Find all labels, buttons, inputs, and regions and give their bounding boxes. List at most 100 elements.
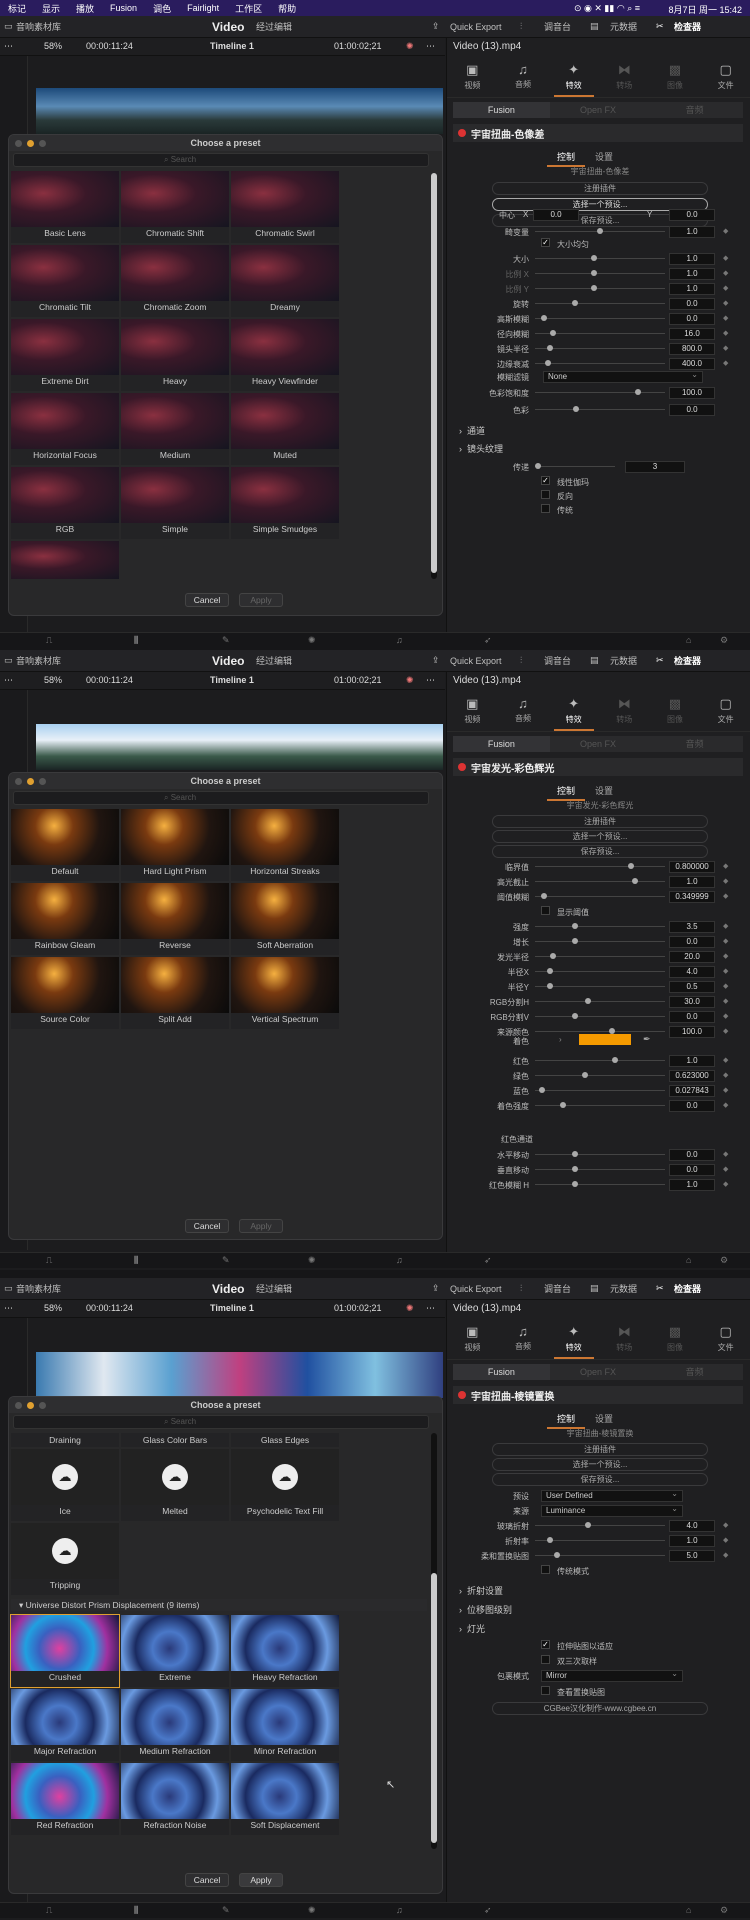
param-value-field[interactable]: 800.0 <box>669 343 715 355</box>
keyframe-icon[interactable]: ◆ <box>723 1101 728 1109</box>
tab-fusion[interactable]: Fusion <box>453 102 550 118</box>
mixer[interactable]: 调音台 <box>544 20 571 33</box>
param-value-field[interactable]: 5.0 <box>669 1550 715 1562</box>
preset-name[interactable]: Glass Color Bars <box>121 1433 229 1447</box>
mixer-icon[interactable]: ⫶ <box>520 21 522 32</box>
tab-settings[interactable]: 设置 <box>585 1410 623 1429</box>
close-icon[interactable] <box>15 140 22 147</box>
param-slider[interactable] <box>535 1552 665 1558</box>
keyframe-icon[interactable]: ◆ <box>723 314 728 322</box>
slider-knob[interactable] <box>597 228 603 234</box>
preset-thumbnail[interactable]: Chromatic Shift <box>121 171 229 243</box>
keyframe-icon[interactable]: ◆ <box>723 1150 728 1158</box>
settings-gear-icon[interactable]: ⚙ <box>720 635 728 646</box>
tab-controls[interactable]: 控制 <box>547 782 586 801</box>
section-lens-texture[interactable]: › 镜头纹理 <box>459 442 503 455</box>
tab-transition[interactable]: ⧓ 转场 <box>604 1320 644 1359</box>
menu-fusion[interactable]: Fusion <box>102 3 145 13</box>
keyframe-icon[interactable]: ◆ <box>723 1027 728 1035</box>
param-slider[interactable] <box>535 330 665 336</box>
param-slider[interactable] <box>535 1181 665 1187</box>
view-map-checkbox[interactable] <box>541 1686 550 1695</box>
preset-thumbnail[interactable]: Muted <box>231 393 339 465</box>
section-lighting[interactable]: › 灯光 <box>459 1622 485 1635</box>
scrollbar[interactable] <box>431 173 437 579</box>
register-plugin-button[interactable]: 注册插件 <box>492 1443 708 1456</box>
quick-export[interactable]: Quick Export <box>450 1284 502 1294</box>
passes-field[interactable]: 3 <box>625 461 685 473</box>
register-plugin-button[interactable]: 注册插件 <box>492 815 708 828</box>
tab-settings[interactable]: 设置 <box>585 148 623 167</box>
preset-thumbnail[interactable]: Extreme <box>121 1615 229 1687</box>
param-value-field[interactable]: 1.0 <box>669 1179 715 1191</box>
save-preset-button[interactable]: 保存预设... <box>492 1473 708 1486</box>
home-icon[interactable]: ⌂ <box>686 1905 691 1915</box>
param-value-field[interactable]: 30.0 <box>669 996 715 1008</box>
eyedropper-icon[interactable]: ✒ <box>643 1034 651 1045</box>
keyframe-icon[interactable]: ◆ <box>723 892 728 900</box>
preset-thumbnail[interactable]: Dreamy <box>231 245 339 317</box>
preset-thumbnail-selected[interactable]: Crushed <box>10 1614 120 1688</box>
param-value-field[interactable]: 1.0 <box>669 226 715 238</box>
home-icon[interactable]: ⌂ <box>686 1255 691 1265</box>
slider-knob[interactable] <box>547 345 553 351</box>
preset-thumbnail[interactable]: Reverse <box>121 883 229 955</box>
preset-dropdown[interactable]: User Defined <box>541 1489 683 1502</box>
preset-thumbnail[interactable]: RGB <box>11 467 119 539</box>
keyframe-icon[interactable]: ◆ <box>723 1165 728 1173</box>
edit-page-icon[interactable]: ⫼ <box>134 1905 138 1916</box>
tab-video[interactable]: ▣ 视频 <box>452 1320 492 1359</box>
keyframe-icon[interactable]: ◆ <box>723 1071 728 1079</box>
metadata[interactable]: 元数据 <box>610 1282 637 1295</box>
param-value-field[interactable]: 0.800000 <box>669 861 715 873</box>
preset-thumbnail[interactable]: Simple Smudges <box>231 467 339 539</box>
tab-file[interactable]: ▢ 文件 <box>706 692 746 731</box>
fairlight-page-icon[interactable]: ♫ <box>396 1255 403 1265</box>
timeline-name[interactable]: Timeline 1 <box>210 41 254 51</box>
param-value-field[interactable]: 0.0 <box>669 313 715 325</box>
menu-color[interactable]: 调色 <box>145 2 179 15</box>
media-pool-icon[interactable]: ▭ <box>4 21 13 32</box>
param-value-field[interactable]: 0.027843 <box>669 1085 715 1097</box>
param-value-field[interactable]: 0.0 <box>669 1149 715 1161</box>
param-slider[interactable] <box>535 300 665 306</box>
register-plugin-button[interactable]: 注册插件 <box>492 182 708 195</box>
param-value-field[interactable]: 0.0 <box>669 1164 715 1176</box>
tab-audio-fx[interactable]: 音频 <box>646 736 743 752</box>
zoom-level[interactable]: 58% <box>44 675 62 685</box>
param-slider[interactable] <box>535 1028 665 1034</box>
blur-filter-dropdown[interactable]: None <box>543 370 703 383</box>
param-slider[interactable] <box>535 983 665 989</box>
uniform-size-checkbox[interactable]: ✓ <box>541 238 550 247</box>
param-value-field[interactable]: 1.0 <box>669 268 715 280</box>
param-slider[interactable] <box>535 315 665 321</box>
center-x-field[interactable]: 0.0 <box>533 209 579 221</box>
keyframe-icon[interactable]: ◆ <box>723 344 728 352</box>
inspector-icon[interactable]: ✂ <box>656 21 664 32</box>
minimize-icon[interactable] <box>27 1402 34 1409</box>
wrap-mode-dropdown[interactable]: Mirror <box>541 1669 683 1682</box>
timeline-name[interactable]: Timeline 1 <box>210 675 254 685</box>
menu-mark[interactable]: 标记 <box>0 2 34 15</box>
preset-thumbnail[interactable]: Chromatic Tilt <box>11 245 119 317</box>
tab-effects[interactable]: ✦ 特效 <box>553 692 594 731</box>
param-value-field[interactable]: 0.349999 <box>669 891 715 903</box>
preset-thumbnail[interactable]: Red Refraction <box>11 1763 119 1835</box>
search-input[interactable]: ⌕ Search <box>13 153 429 167</box>
keyframe-icon[interactable]: ◆ <box>723 967 728 975</box>
preset-thumbnail[interactable]: ☁ Melted <box>121 1449 229 1521</box>
param-value-field[interactable]: 4.0 <box>669 966 715 978</box>
preset-thumbnail[interactable]: ☁ Psychodelic Text Fill <box>231 1449 339 1521</box>
settings-gear-icon[interactable]: ⚙ <box>720 1905 728 1916</box>
sound-library[interactable]: 音响素材库 <box>16 1282 61 1295</box>
more-icon[interactable]: ⋯ <box>426 675 435 686</box>
tab-image[interactable]: ▩ 图像 <box>655 1320 695 1359</box>
slider-knob[interactable] <box>560 1102 566 1108</box>
menu-dots-icon[interactable]: ⋯ <box>4 1303 13 1314</box>
slider-knob[interactable] <box>547 1537 553 1543</box>
media-pool-icon[interactable]: ▭ <box>4 1283 13 1294</box>
param-slider[interactable] <box>535 1013 665 1019</box>
zoom-icon[interactable] <box>39 1402 46 1409</box>
preset-group-header[interactable]: ▾ Universe Distort Prism Displacement (9… <box>11 1599 427 1611</box>
tab-image[interactable]: ▩ 图像 <box>655 692 695 731</box>
